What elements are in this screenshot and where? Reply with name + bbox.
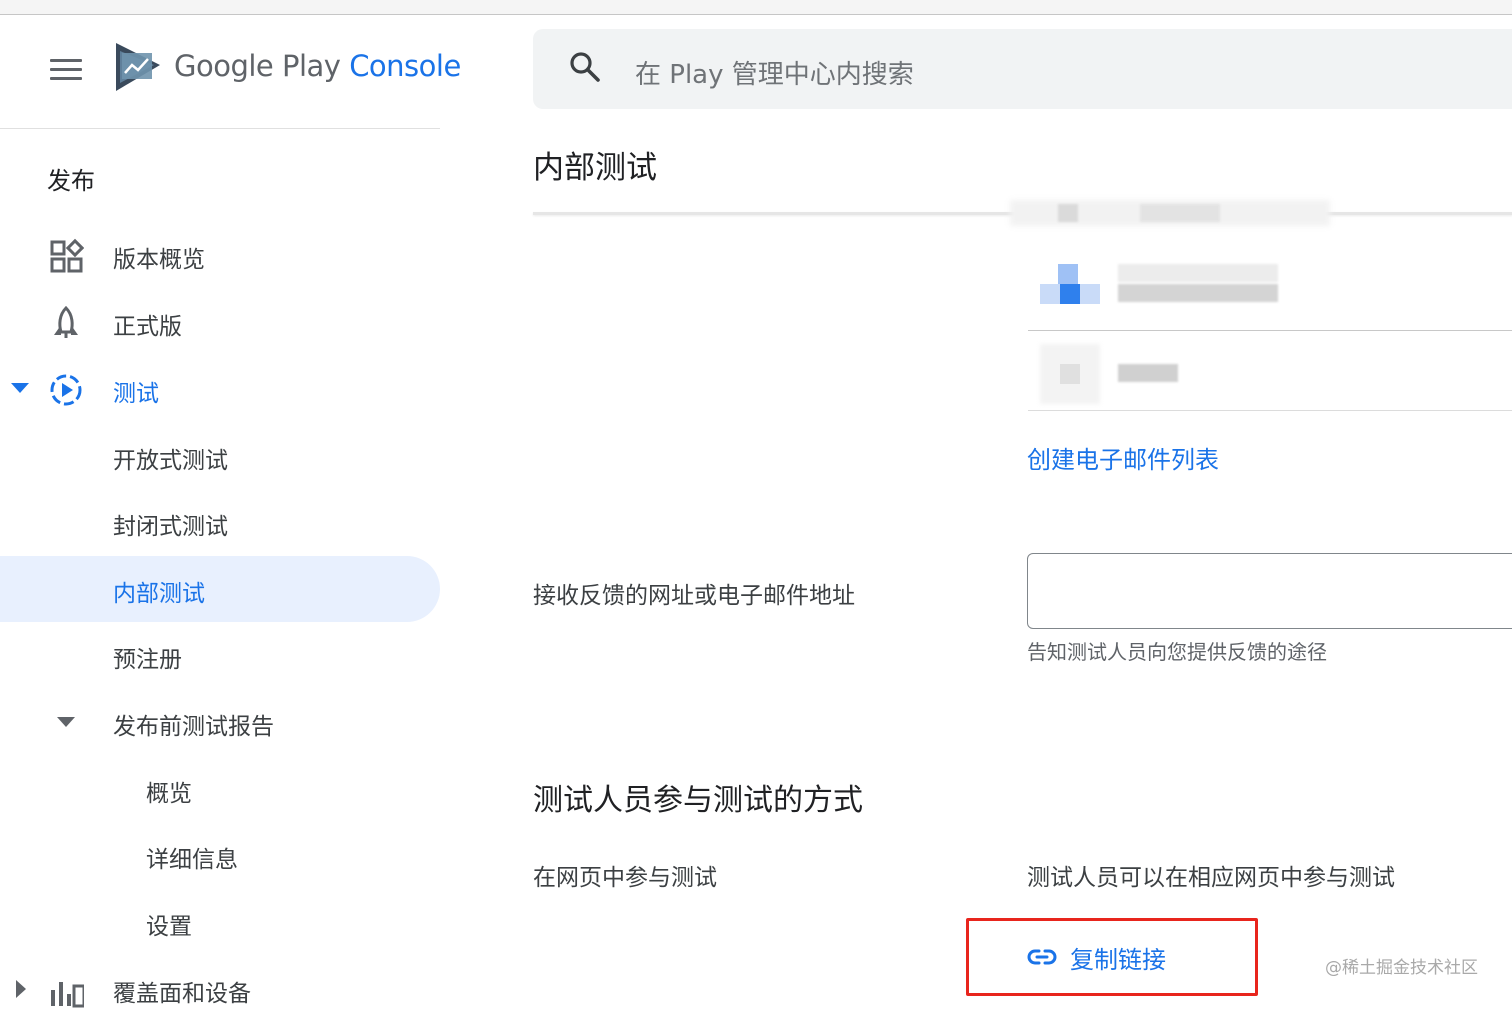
sidebar-item-label: 覆盖面和设备 <box>113 981 251 1007</box>
play-console-logo-icon <box>116 43 160 91</box>
sidebar-item-release-overview[interactable]: 版本概览 <box>0 222 440 288</box>
copy-link-label: 复制链接 <box>1070 946 1166 974</box>
sidebar-item-settings[interactable]: 设置 <box>0 889 440 955</box>
watermark: @稀土掘金技术社区 <box>1325 958 1478 978</box>
sidebar-item-label: 封闭式测试 <box>113 514 228 540</box>
sidebar-item-production[interactable]: 正式版 <box>0 289 440 355</box>
sidebar-item-label: 预注册 <box>113 647 182 673</box>
sidebar-item-label: 正式版 <box>113 314 182 340</box>
sidebar-item-open-testing[interactable]: 开放式测试 <box>0 423 440 489</box>
sidebar-item-label: 概览 <box>146 781 192 807</box>
sidebar-item-pre-launch-report[interactable]: 发布前测试报告 <box>0 689 440 755</box>
feedback-field-label: 接收反馈的网址或电子邮件地址 <box>533 583 855 609</box>
brand-console: Console <box>349 49 461 83</box>
browser-top-strip <box>0 0 1512 15</box>
sidebar-item-overview[interactable]: 概览 <box>0 756 440 822</box>
sidebar-item-label: 开放式测试 <box>113 448 228 474</box>
sidebar-item-label: 版本概览 <box>113 247 205 273</box>
redacted-tester-list <box>1010 200 1512 412</box>
list-divider <box>1028 410 1512 411</box>
sidebar-item-label: 内部测试 <box>113 581 205 607</box>
caret-down-icon[interactable] <box>57 717 75 728</box>
page-title: 内部测试 <box>533 150 657 186</box>
bar-chart-icon <box>51 982 84 1008</box>
search-icon <box>570 52 600 82</box>
link-icon <box>1027 949 1057 965</box>
sidebar-section-title: 发布 <box>47 167 95 195</box>
play-circle-icon <box>50 374 82 406</box>
participation-section-title: 测试人员参与测试的方式 <box>533 783 863 818</box>
caret-down-icon[interactable] <box>11 383 29 394</box>
brand-google-play: Google Play <box>174 49 341 83</box>
rocket-icon <box>54 305 78 338</box>
dashboard-grid-icon <box>50 238 84 273</box>
web-participation-description: 测试人员可以在相应网页中参与测试 <box>1027 865 1395 891</box>
sidebar-item-label: 详细信息 <box>146 847 238 873</box>
sidebar-item-closed-testing[interactable]: 封闭式测试 <box>0 489 440 555</box>
feedback-helper-text: 告知测试人员向您提供反馈的途径 <box>1027 640 1327 664</box>
search-input[interactable]: 在 Play 管理中心内搜索 <box>533 29 1512 109</box>
feedback-url-field[interactable] <box>1027 553 1512 629</box>
create-email-list-link[interactable]: 创建电子邮件列表 <box>1027 440 1219 475</box>
search-placeholder: 在 Play 管理中心内搜索 <box>635 60 914 90</box>
sidebar-item-testing[interactable]: 测试 <box>0 356 440 422</box>
hamburger-menu-icon[interactable] <box>50 59 82 81</box>
sidebar-item-reach-and-devices[interactable]: 覆盖面和设备 <box>0 956 440 1022</box>
sidebar-item-label: 测试 <box>113 381 159 407</box>
sidebar-divider <box>0 128 440 129</box>
sidebar-item-label: 设置 <box>146 914 192 940</box>
web-participation-label: 在网页中参与测试 <box>533 865 717 891</box>
sidebar: Google Play Console 发布 版本概览 正式版 测试 开放式测试… <box>0 15 461 1008</box>
sidebar-item-label: 发布前测试报告 <box>113 714 274 740</box>
brand-title: Google Play Console <box>174 49 461 83</box>
caret-right-icon[interactable] <box>16 980 26 998</box>
sidebar-item-details[interactable]: 详细信息 <box>0 822 440 888</box>
sidebar-item-pre-registration[interactable]: 预注册 <box>0 622 440 688</box>
sidebar-item-internal-testing[interactable]: 内部测试 <box>0 556 440 622</box>
list-divider <box>1028 330 1512 331</box>
